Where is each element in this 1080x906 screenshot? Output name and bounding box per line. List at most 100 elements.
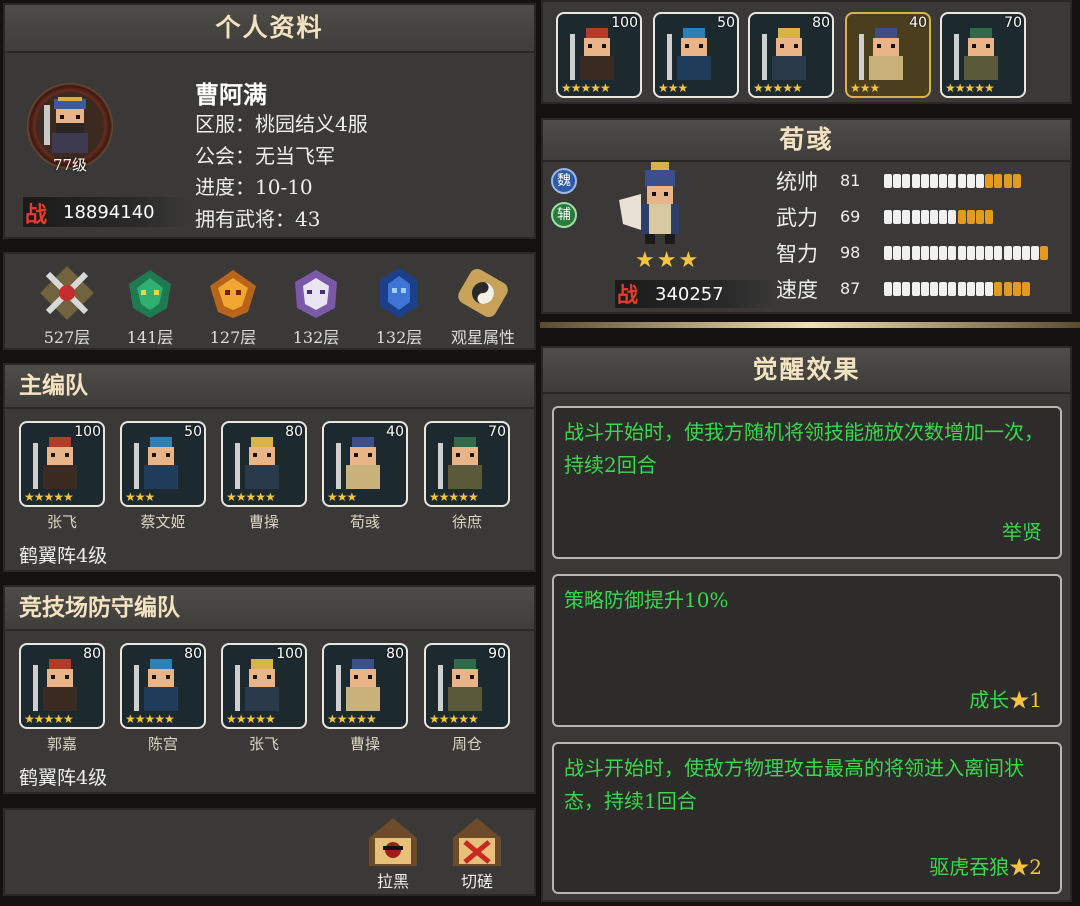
general-stars: ★★★★★ <box>327 712 377 726</box>
general-stars: ★★★ <box>125 490 155 504</box>
tower-green-dragon[interactable]: 141层 <box>115 264 185 350</box>
tower-label: 132层 <box>292 328 340 347</box>
stat-bar-segment <box>902 282 911 296</box>
general-card[interactable]: 80 ★★★★★ <box>221 421 307 507</box>
general-level: 100 <box>74 424 101 440</box>
block-button[interactable]: 拉黑 <box>361 816 425 891</box>
general-level: 90 <box>488 646 506 662</box>
stat-bar-segment <box>920 246 929 260</box>
general-card[interactable]: 80 ★★★★★ <box>322 643 408 729</box>
stat-bar-segment <box>911 246 920 260</box>
duel-button[interactable]: 切磋 <box>445 816 509 891</box>
stat-bar-segment <box>884 210 892 224</box>
stat-bar <box>884 210 1050 224</box>
general-name: 张飞 <box>248 735 279 753</box>
general-card[interactable]: 40 ★★★ <box>322 421 408 507</box>
player-generals-count: 拥有武将：43 <box>195 207 321 231</box>
stat-bar-segment <box>911 210 920 224</box>
stat-bar-segment <box>985 246 994 260</box>
main-team-formation: 鹤翼阵4级 <box>19 545 108 567</box>
general-card[interactable]: 100 ★★★★★ <box>556 12 642 98</box>
stat-bar-segment <box>966 246 975 260</box>
awakening-effect-card: 战斗开始时，使敌方物理攻击最高的将领进入离间状态，持续1回合 驱虎吞狼★2 <box>552 742 1062 894</box>
general-card[interactable]: 80 ★★★★★ <box>19 643 105 729</box>
stat-bar-segment <box>939 246 948 260</box>
general-portrait-icon <box>438 659 482 711</box>
general-name: 蔡文姬 <box>140 513 186 531</box>
stat-bar-segment <box>920 282 929 296</box>
stat-bar-segment <box>902 174 911 188</box>
general-portrait-icon <box>33 659 77 711</box>
stat-bar-segment <box>1003 282 1012 296</box>
general-card[interactable]: 90 ★★★★★ <box>424 643 510 729</box>
stat-bar-segment <box>930 210 938 224</box>
general-card[interactable]: 50 ★★★ <box>120 421 206 507</box>
hero-power-row: 战 340257 <box>615 280 775 308</box>
stat-bar-segment <box>976 246 984 260</box>
general-card[interactable]: 80 ★★★★★ <box>748 12 834 98</box>
effect-text: 战斗开始时，使敌方物理攻击最高的将领进入离间状态，持续1回合 <box>564 756 1024 813</box>
general-card[interactable]: 50 ★★★ <box>653 12 739 98</box>
general-level: 100 <box>276 646 303 662</box>
awakening-title: 觉醒效果 <box>543 348 1070 394</box>
actions-panel: 拉黑 切磋 <box>3 808 536 896</box>
main-team-panel: 主编队 100 ★★★★★ 张飞 50 ★★★ 蔡文姬 80 ★★★★★ 曹操 40 ★★★ 荀彧 70… <box>3 363 536 572</box>
stat-bar-segment <box>902 210 911 224</box>
general-name: 荀彧 <box>349 513 380 531</box>
general-card[interactable]: 100 ★★★★★ <box>19 421 105 507</box>
general-level: 100 <box>611 15 638 31</box>
stat-bar-segment <box>985 174 994 188</box>
effect-tag: 驱虎吞狼★2 <box>929 851 1042 880</box>
stat-value: 87 <box>840 279 861 298</box>
stat-bar <box>884 282 1050 296</box>
general-card[interactable]: 70 ★★★★★ <box>424 421 510 507</box>
general-stars: ★★★★★ <box>429 490 479 504</box>
faction-badge: 魏 <box>551 168 577 194</box>
stat-bar-segment <box>884 282 892 296</box>
effect-text: 战斗开始时，使我方随机将领技能施放次数增加一次，持续2回合 <box>564 420 1044 477</box>
tower-crossed-swords[interactable]: 527层 <box>32 264 102 350</box>
stat-bar-segment <box>902 246 911 260</box>
stat-bar-segment <box>957 174 966 188</box>
general-level: 50 <box>717 15 735 31</box>
tower-label: 141层 <box>126 328 174 347</box>
stat-bar-segment <box>1031 246 1040 260</box>
tower-phoenix[interactable]: 127层 <box>198 264 268 350</box>
general-level: 80 <box>285 424 303 440</box>
player-guild[interactable]: 公会：无当飞军 <box>195 140 335 169</box>
general-name: 郭嘉 <box>46 735 77 753</box>
effect-tag: 举贤 <box>1002 516 1042 545</box>
general-card[interactable]: 70 ★★★★★ <box>940 12 1026 98</box>
stat-bar-segment <box>939 282 948 296</box>
hero-name: 荀彧 <box>543 120 1070 162</box>
stat-bar-segment <box>1022 246 1030 260</box>
stat-bar-segment <box>1003 246 1012 260</box>
stat-bar-segment <box>966 282 975 296</box>
general-portrait-icon <box>762 28 806 80</box>
stat-bar-segment <box>948 174 957 188</box>
star-icon: ★1 <box>1009 688 1042 712</box>
duel-icon <box>453 818 501 866</box>
player-power: 18894140 <box>63 202 155 223</box>
avatar[interactable]: 77级 <box>27 83 113 174</box>
tower-white-tiger[interactable]: 132层 <box>281 264 351 350</box>
general-stars: ★★★ <box>327 490 357 504</box>
stargazing-attributes[interactable]: 观星属性 <box>443 264 523 350</box>
general-card[interactable]: 100 ★★★★★ <box>221 643 307 729</box>
general-stars: ★★★★★ <box>24 490 74 504</box>
stat-bar-segment <box>976 282 984 296</box>
general-level: 80 <box>812 15 830 31</box>
stat-bar-segment <box>920 210 929 224</box>
awakening-effect-card: 战斗开始时，使我方随机将领技能施放次数增加一次，持续2回合 举贤 <box>552 406 1062 559</box>
taiji-scroll-icon <box>458 268 508 318</box>
stat-bar-segment <box>893 210 902 224</box>
tower-label: 观星属性 <box>450 328 515 347</box>
tower-black-tortoise[interactable]: 132层 <box>364 264 434 350</box>
general-card[interactable]: 80 ★★★★★ <box>120 643 206 729</box>
general-card-selected[interactable]: 40 ★★★ <box>845 12 931 98</box>
stat-bar-segment <box>1012 174 1021 188</box>
stat-value: 98 <box>840 243 861 262</box>
general-portrait-icon <box>438 437 482 489</box>
power-row: 战 18894140 <box>23 197 188 228</box>
stat-bar-segment <box>994 174 1003 188</box>
